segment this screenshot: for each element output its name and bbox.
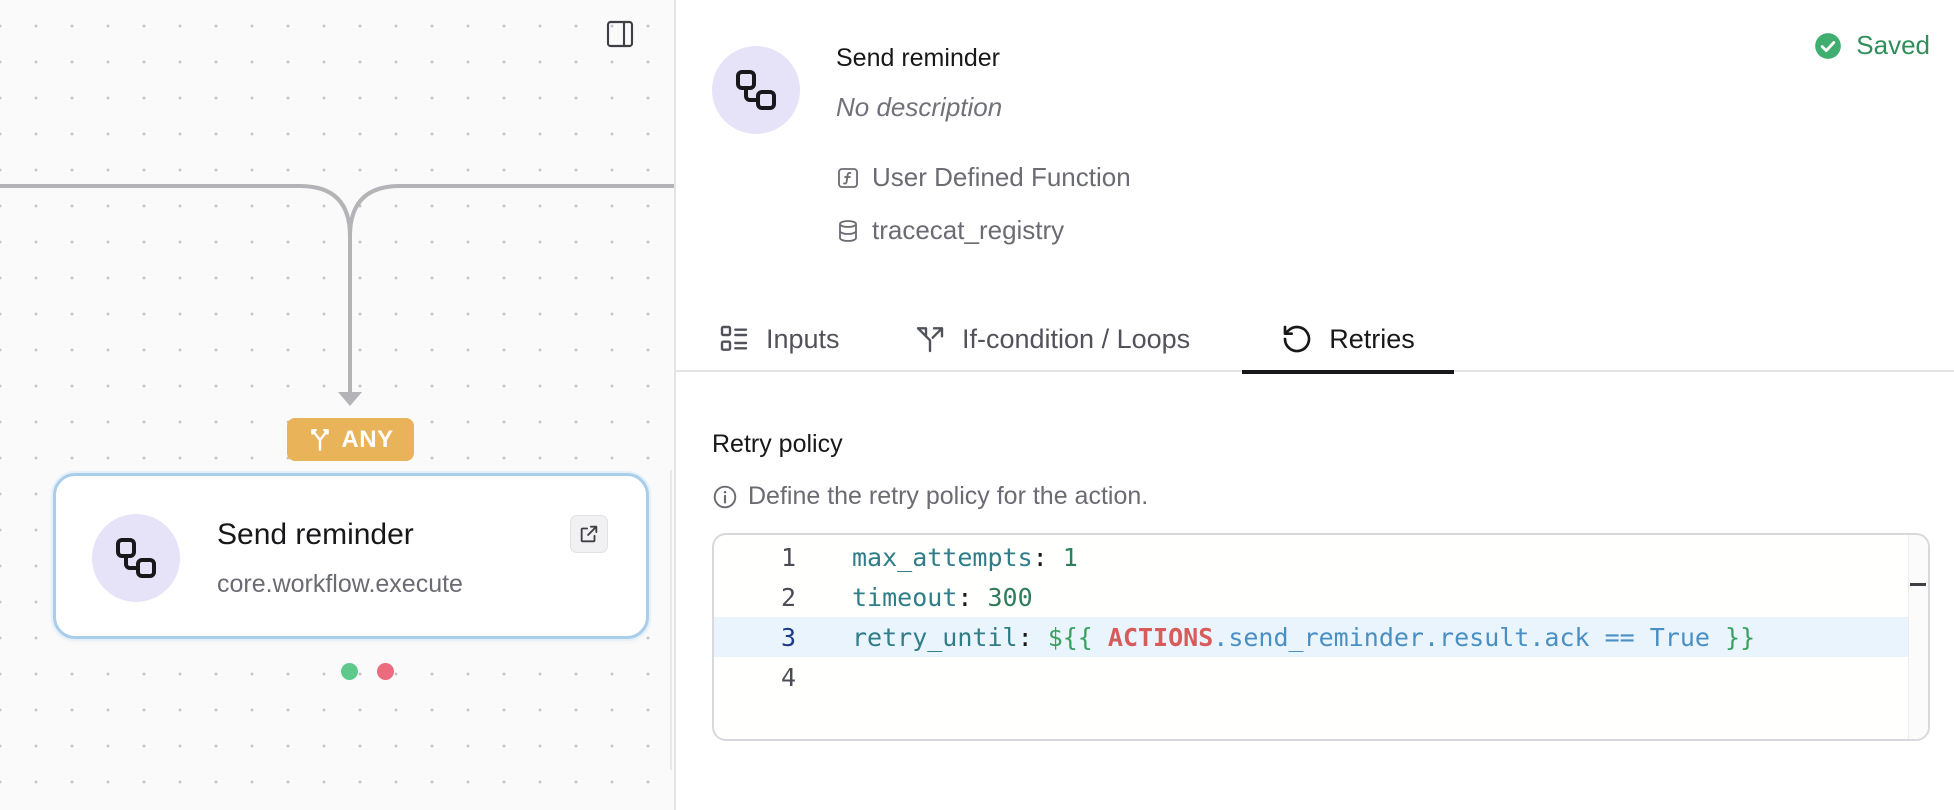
action-title[interactable]: Send reminder — [836, 44, 1000, 73]
template-close: }} — [1725, 622, 1756, 652]
yaml-key: max_attempts — [852, 542, 1033, 572]
workflow-node-send-reminder[interactable]: Send reminder core.workflow.execute — [53, 473, 649, 639]
action-type: User Defined Function — [836, 162, 1131, 193]
retry-policy-title: Retry policy — [712, 430, 843, 458]
tab-label: Inputs — [766, 323, 840, 354]
yaml-value: 1 — [1062, 542, 1078, 572]
database-icon — [839, 219, 857, 242]
workflow-icon — [116, 538, 156, 578]
line-number: 4 — [780, 662, 796, 692]
edge-connector — [0, 184, 674, 406]
success-handle[interactable] — [341, 663, 358, 680]
action-avatar — [712, 46, 800, 134]
arrowhead-icon — [338, 392, 362, 406]
template-actions: ACTIONS — [1107, 622, 1214, 652]
registry-label: tracecat_registry — [872, 215, 1065, 245]
action-type-label: User Defined Function — [872, 162, 1131, 192]
save-status: Saved — [1814, 30, 1930, 61]
merge-icon — [311, 428, 330, 451]
action-description[interactable]: No description — [836, 92, 1002, 123]
code-line[interactable]: 1 max_attempts: 1 — [714, 537, 1910, 577]
tab-inputs[interactable]: Inputs — [718, 306, 840, 372]
workflow-icon — [736, 70, 776, 110]
code-line[interactable]: 2 timeout: 300 — [714, 577, 1910, 617]
open-subflow-button[interactable] — [570, 515, 608, 553]
node-avatar — [92, 514, 180, 602]
rotate-ccw-icon — [1283, 325, 1311, 353]
code-line-active[interactable]: 3 retry_until: ${{ ACTIONS.send_reminder… — [714, 617, 1910, 657]
toggle-panel-button[interactable] — [600, 14, 640, 54]
yaml-key: retry_until — [852, 622, 1018, 652]
info-icon — [713, 485, 737, 508]
action-registry: tracecat_registry — [836, 215, 1064, 246]
yaml-key: timeout — [852, 582, 958, 612]
function-icon — [838, 167, 858, 188]
retry-policy-editor[interactable]: 1 max_attempts: 1 2 timeout: 300 3 retry… — [712, 533, 1930, 741]
join-label: ANY — [341, 425, 394, 453]
panel-right-icon — [606, 20, 634, 48]
list-icon — [720, 325, 748, 351]
line-number: 2 — [780, 582, 796, 612]
split-icon — [916, 327, 944, 353]
retry-policy-hint: Define the retry policy for the action. — [712, 482, 1148, 511]
scrollbar-marker — [1910, 583, 1926, 586]
tab-label: Retries — [1329, 323, 1415, 354]
error-handle[interactable] — [377, 663, 394, 680]
panel-tabs: Inputs If-condition / Loops Retries — [676, 306, 1954, 374]
join-strategy-badge[interactable]: ANY — [287, 418, 414, 461]
check-circle-icon — [1815, 32, 1842, 59]
workflow-canvas[interactable]: ANY Send reminder core.workflow.execute — [0, 0, 674, 810]
node-title: Send reminder — [217, 518, 414, 551]
tab-if-condition-loops[interactable]: If-condition / Loops — [914, 306, 1190, 372]
editor-scrollbar[interactable] — [1908, 535, 1928, 739]
line-number: 3 — [780, 622, 796, 652]
tab-retries[interactable]: Retries — [1242, 306, 1454, 374]
code-line[interactable]: 4 — [714, 657, 1910, 697]
action-panel: Send reminder No description User Define… — [674, 0, 1954, 810]
line-number: 1 — [780, 542, 796, 572]
save-status-label: Saved — [1856, 30, 1930, 60]
hint-text: Define the retry policy for the action. — [748, 482, 1149, 510]
external-link-icon — [580, 525, 598, 543]
yaml-value: 300 — [987, 582, 1033, 612]
template-expression: .send_reminder.result.ack == True — [1213, 622, 1710, 652]
template-open: ${{ — [1047, 622, 1093, 652]
tab-label: If-condition / Loops — [962, 323, 1191, 354]
node-subtitle: core.workflow.execute — [217, 570, 463, 598]
